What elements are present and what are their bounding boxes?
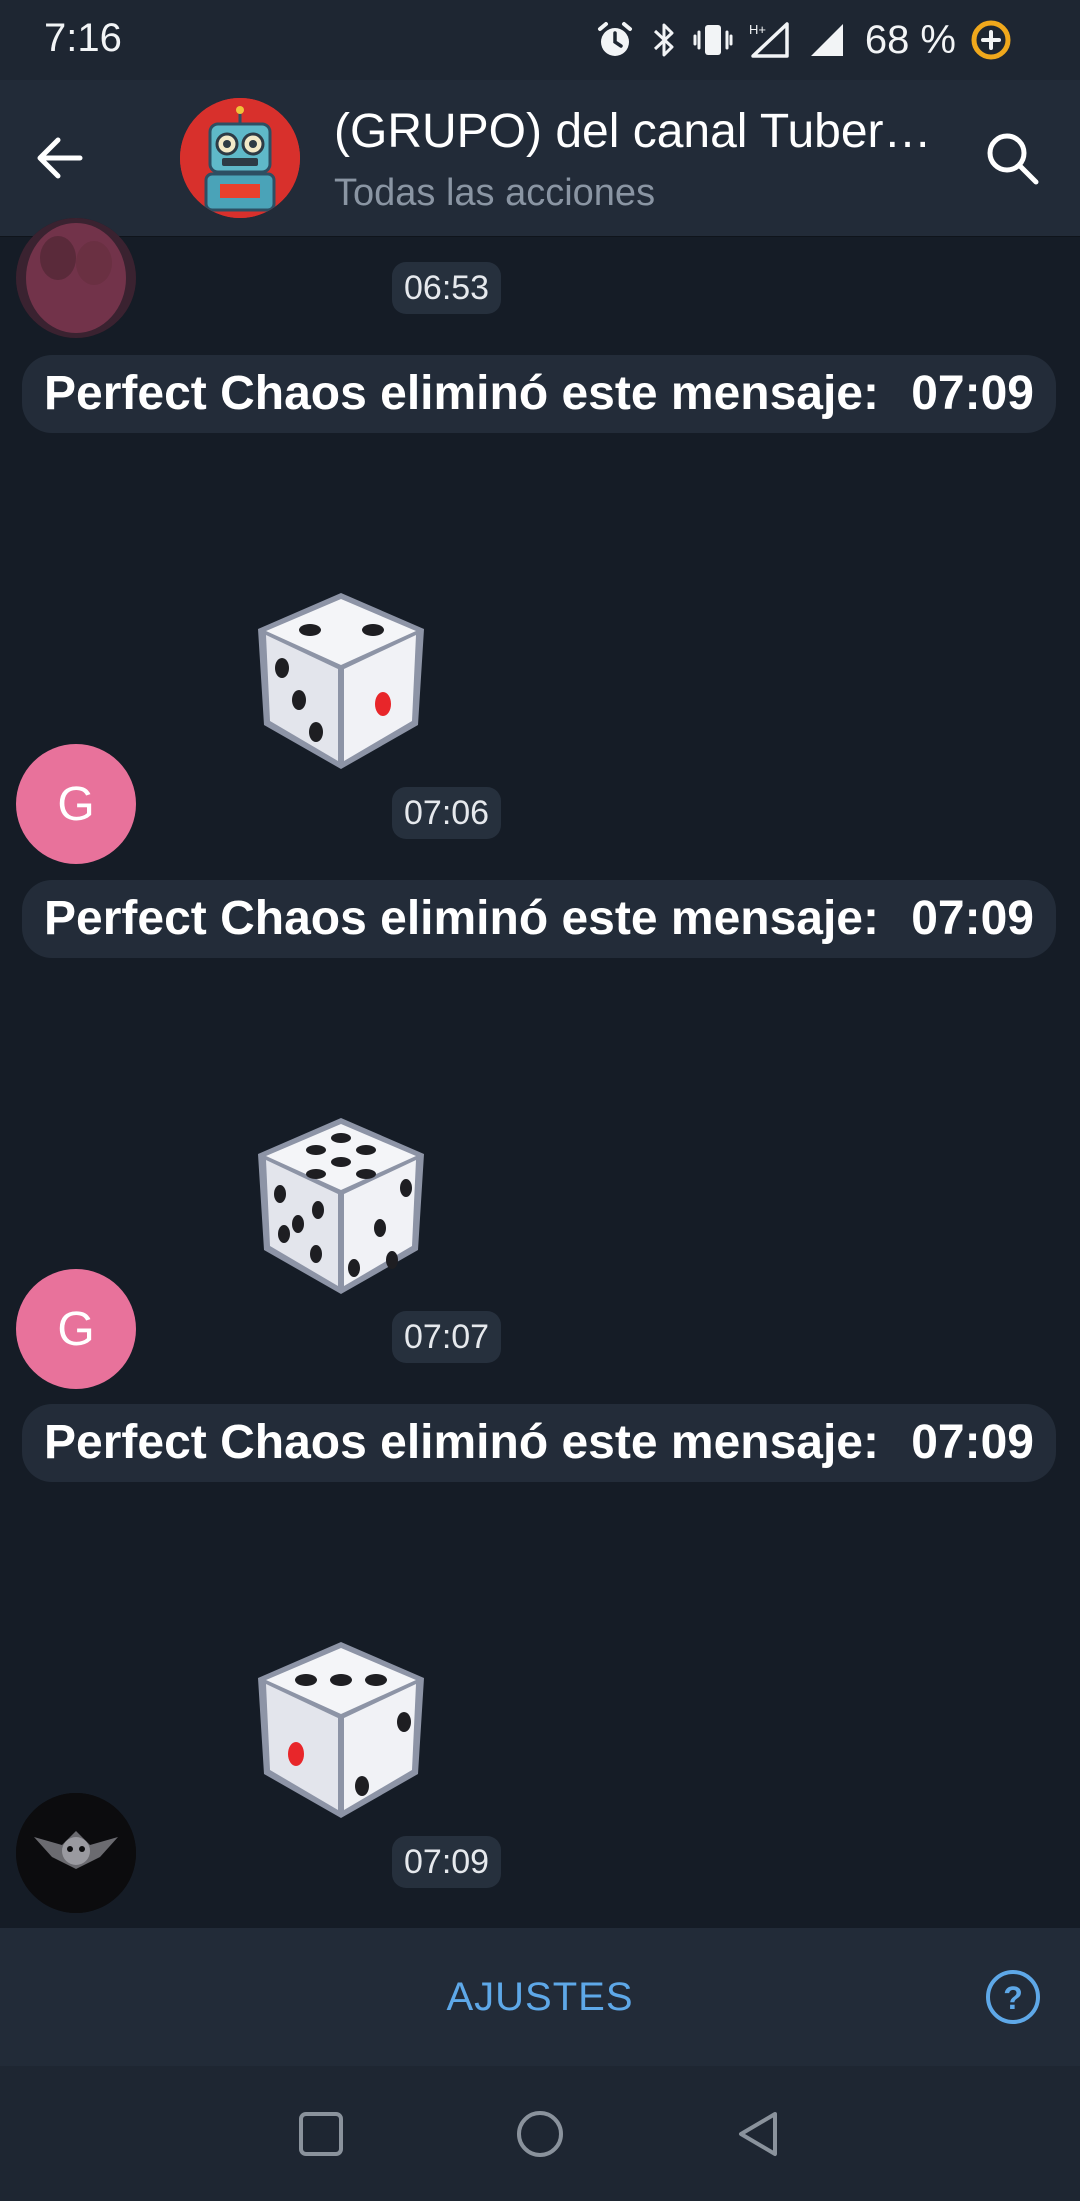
user-avatar[interactable]: G: [16, 1269, 136, 1389]
service-time: 07:09: [911, 367, 1034, 420]
group-title[interactable]: (GRUPO) del canal Tuber…: [334, 104, 954, 159]
status-time: 7:16: [44, 16, 122, 60]
battery-percent: 68 %: [864, 17, 956, 62]
user-avatar[interactable]: G: [16, 744, 136, 864]
recents-button[interactable]: [291, 2104, 351, 2164]
dice-sticker[interactable]: [246, 585, 436, 775]
service-text: Perfect Chaos eliminó este mensaje:: [44, 892, 879, 945]
service-text: Perfect Chaos eliminó este mensaje:: [44, 367, 879, 420]
vibrate-icon: [693, 20, 733, 60]
help-icon[interactable]: ?: [984, 1968, 1042, 2026]
bottom-bar: AJUSTES ?: [0, 1928, 1080, 2066]
dice-sticker[interactable]: [246, 1110, 436, 1300]
message-time: 07:07: [392, 1311, 502, 1363]
navigation-bar: [0, 2066, 1080, 2201]
svg-text:H+: H+: [749, 22, 766, 37]
alarm-icon: [595, 20, 635, 60]
user-avatar[interactable]: [16, 1793, 136, 1913]
svg-text:?: ?: [1003, 1980, 1023, 2016]
service-message: Perfect Chaos eliminó este mensaje: 07:0…: [22, 355, 1056, 433]
chat-screen: 7:16 H+ 68 % (GRUPO) del canal Tuber… To…: [0, 0, 1080, 2201]
signal-icon: H+: [747, 20, 793, 60]
message-time: 07:09: [392, 1836, 502, 1888]
bluetooth-icon: [649, 20, 679, 60]
group-avatar[interactable]: [180, 98, 300, 218]
service-message: Perfect Chaos eliminó este mensaje: 07:0…: [22, 1404, 1056, 1482]
battery-saver-icon: [970, 19, 1012, 61]
user-avatar[interactable]: [16, 218, 136, 338]
message-time: 06:53: [392, 262, 502, 314]
status-icons: H+ 68 %: [595, 14, 1012, 66]
search-icon[interactable]: [980, 126, 1044, 190]
settings-button[interactable]: AJUSTES: [0, 1928, 1080, 2066]
service-time: 07:09: [911, 892, 1034, 945]
back-button[interactable]: [729, 2104, 789, 2164]
home-button[interactable]: [510, 2104, 570, 2164]
group-subtitle[interactable]: Todas las acciones: [334, 172, 655, 215]
service-time: 07:09: [911, 1416, 1034, 1469]
chat-header: (GRUPO) del canal Tuber… Todas las accio…: [0, 80, 1080, 237]
back-arrow-icon[interactable]: [28, 126, 92, 190]
message-time: 07:06: [392, 787, 502, 839]
dice-sticker[interactable]: [246, 1634, 436, 1824]
status-bar: 7:16 H+ 68 %: [0, 0, 1080, 80]
signal-icon: [807, 20, 847, 60]
service-text: Perfect Chaos eliminó este mensaje:: [44, 1416, 879, 1469]
service-message: Perfect Chaos eliminó este mensaje: 07:0…: [22, 880, 1056, 958]
